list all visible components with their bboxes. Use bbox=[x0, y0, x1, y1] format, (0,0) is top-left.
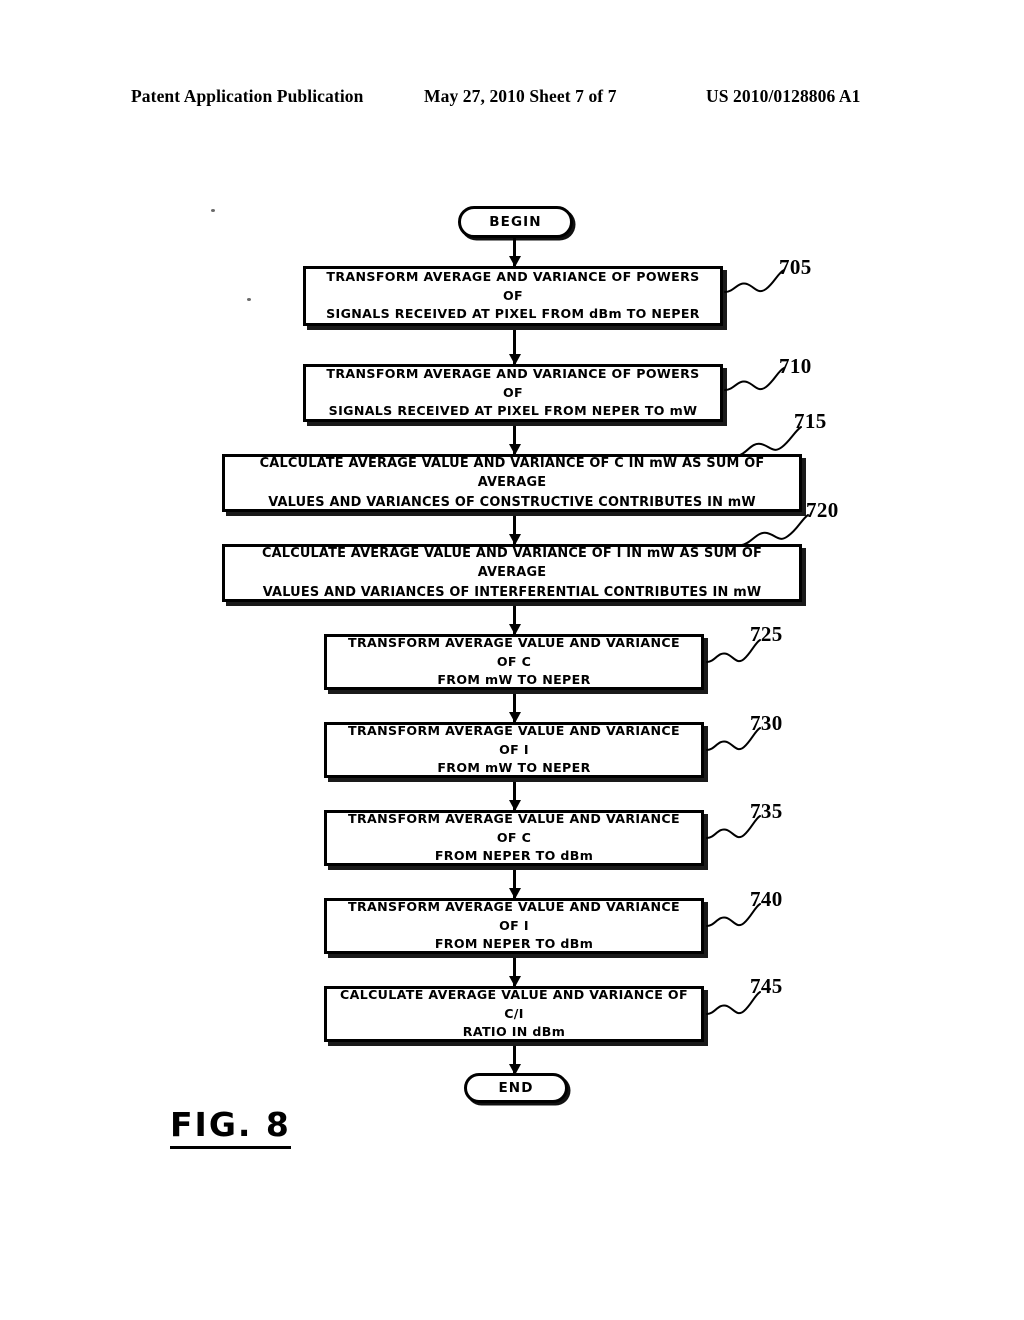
connector-arrow bbox=[513, 330, 516, 364]
figure-label: FIG. 8 bbox=[170, 1107, 291, 1149]
connector-arrow bbox=[513, 516, 516, 544]
flowchart-step-720-text: CALCULATE AVERAGE VALUE AND VARIANCE OF … bbox=[261, 545, 763, 600]
flowchart-step-730: TRANSFORM AVERAGE VALUE AND VARIANCE OF … bbox=[324, 722, 704, 778]
connector-arrow bbox=[513, 606, 516, 634]
scan-speck bbox=[247, 298, 251, 301]
flowchart-step-745-text: CALCULATE AVERAGE VALUE AND VARIANCE OF … bbox=[340, 986, 688, 1040]
flowchart-step-740-text: TRANSFORM AVERAGE VALUE AND VARIANCE OF … bbox=[348, 898, 680, 952]
flowchart-step-705: TRANSFORM AVERAGE AND VARIANCE OF POWERS… bbox=[303, 266, 723, 326]
flowchart-step-735-text: TRANSFORM AVERAGE VALUE AND VARIANCE OF … bbox=[348, 810, 680, 864]
flowchart-step-725-text: TRANSFORM AVERAGE VALUE AND VARIANCE OF … bbox=[348, 634, 680, 688]
leader-line-730 bbox=[706, 727, 761, 751]
leader-line-735 bbox=[706, 815, 761, 839]
connector-arrow bbox=[513, 870, 516, 898]
flowchart-step-705-text: TRANSFORM AVERAGE AND VARIANCE OF POWERS… bbox=[326, 268, 700, 322]
flowchart-step-715: CALCULATE AVERAGE VALUE AND VARIANCE OF … bbox=[222, 454, 802, 512]
leader-line-740 bbox=[706, 903, 761, 927]
flowchart-end-node: END bbox=[464, 1073, 568, 1103]
flowchart-step-710: TRANSFORM AVERAGE AND VARIANCE OF POWERS… bbox=[303, 364, 723, 422]
leader-line-725 bbox=[706, 639, 761, 663]
flowchart-step-730-text: TRANSFORM AVERAGE VALUE AND VARIANCE OF … bbox=[348, 722, 680, 776]
flowchart-step-735: TRANSFORM AVERAGE VALUE AND VARIANCE OF … bbox=[324, 810, 704, 866]
flowchart-diagram: BEGIN TRANSFORM AVERAGE AND VARIANCE OF … bbox=[0, 0, 1024, 1320]
reference-numeral-720: 720 bbox=[806, 498, 839, 522]
leader-line-710 bbox=[724, 367, 785, 391]
flowchart-step-740: TRANSFORM AVERAGE VALUE AND VARIANCE OF … bbox=[324, 898, 704, 954]
flowchart-start-node: BEGIN bbox=[458, 206, 573, 238]
flowchart-step-715-text: CALCULATE AVERAGE VALUE AND VARIANCE OF … bbox=[259, 455, 765, 510]
connector-arrow bbox=[513, 958, 516, 986]
leader-line-745 bbox=[706, 991, 761, 1015]
connector-arrow bbox=[513, 238, 516, 266]
flowchart-step-725: TRANSFORM AVERAGE VALUE AND VARIANCE OF … bbox=[324, 634, 704, 690]
flowchart-end-label: END bbox=[498, 1080, 534, 1096]
scan-speck bbox=[211, 209, 215, 212]
flowchart-step-720: CALCULATE AVERAGE VALUE AND VARIANCE OF … bbox=[222, 544, 802, 602]
flowchart-step-745: CALCULATE AVERAGE VALUE AND VARIANCE OF … bbox=[324, 986, 704, 1042]
connector-arrow bbox=[513, 694, 516, 722]
flowchart-step-710-text: TRANSFORM AVERAGE AND VARIANCE OF POWERS… bbox=[326, 365, 700, 419]
connector-arrow bbox=[513, 1046, 516, 1074]
leader-line-720 bbox=[741, 514, 809, 546]
connector-arrow bbox=[513, 426, 516, 454]
flowchart-start-label: BEGIN bbox=[489, 214, 542, 230]
connector-arrow bbox=[513, 782, 516, 810]
leader-line-715 bbox=[736, 426, 802, 457]
leader-line-705 bbox=[724, 269, 785, 293]
